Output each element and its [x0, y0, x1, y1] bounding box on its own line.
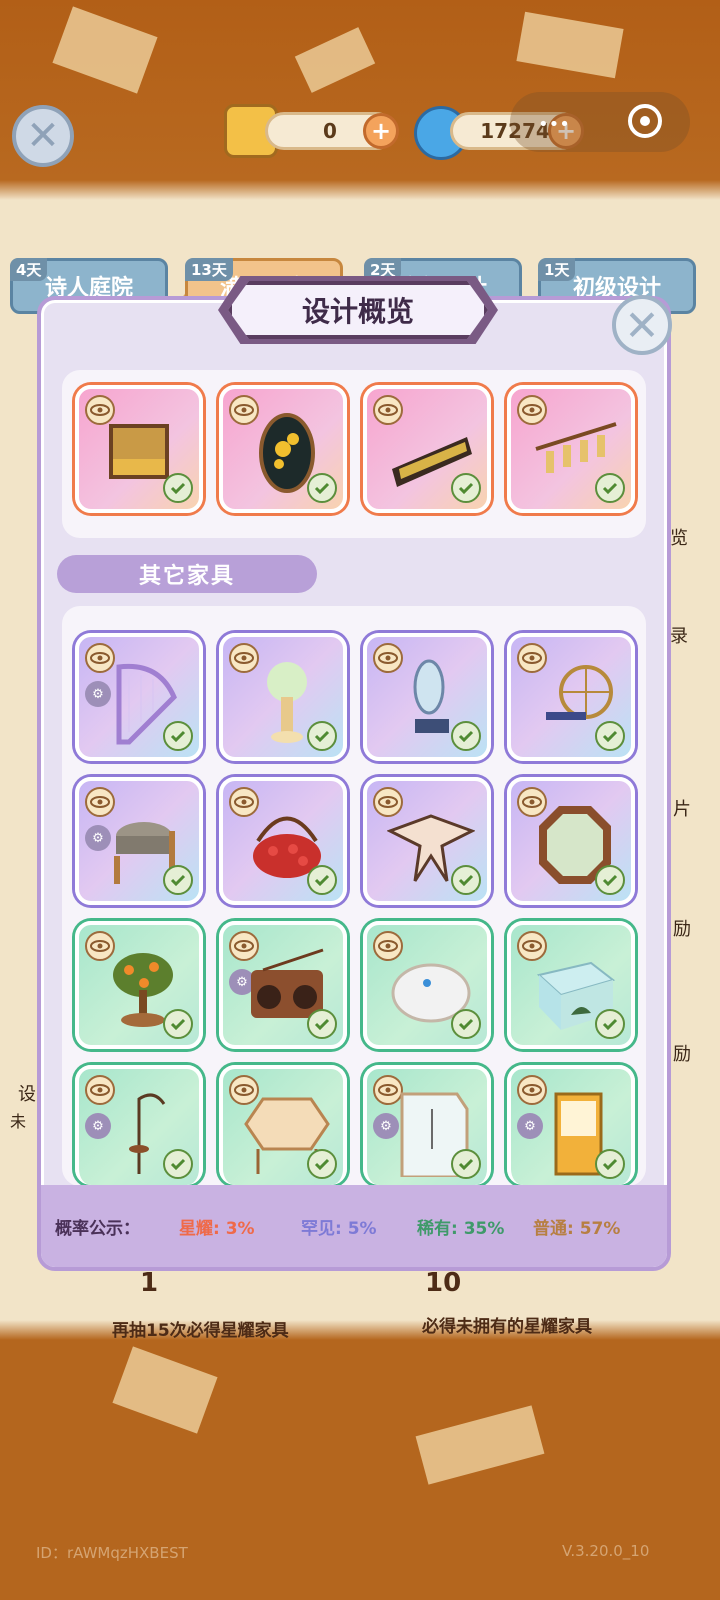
panel-title: 设计概览 [228, 281, 488, 339]
tab-days-badge: 4天 [10, 258, 48, 281]
version-label: V.3.20.0_10 [562, 1542, 650, 1560]
owned-check-icon [595, 721, 625, 751]
tab-days-badge: 13天 [185, 258, 233, 281]
owned-check-icon [307, 1009, 337, 1039]
side-label: 片 [673, 799, 691, 820]
furniture-card[interactable] [219, 1065, 347, 1185]
probability-label: 概率公示： [55, 1218, 140, 1239]
owned-check-icon [307, 473, 337, 503]
owned-check-icon [451, 1009, 481, 1039]
tab-days-badge: 1天 [538, 258, 576, 281]
mini-program-capsule: ••• [510, 92, 690, 152]
furniture-card[interactable]: ⚙ [363, 1065, 491, 1185]
owned-check-icon [163, 473, 193, 503]
owned-check-icon [595, 865, 625, 895]
furniture-card[interactable] [75, 921, 203, 1049]
owned-check-icon [307, 721, 337, 751]
prob-uncommon: 罕见: 5% [301, 1218, 377, 1239]
furniture-card[interactable] [75, 385, 203, 513]
coin-value: 0 [323, 119, 337, 143]
furniture-card[interactable]: ⚙ [75, 777, 203, 905]
close-main-button[interactable]: ✕ [12, 105, 74, 167]
player-id: ID：rAWMqzHXBEST [36, 1544, 188, 1562]
owned-check-icon [307, 865, 337, 895]
close-panel-button[interactable]: ✕ [612, 295, 672, 355]
side-label: 励 [673, 1044, 691, 1065]
prob-common: 普通: 57% [533, 1218, 621, 1239]
furniture-card[interactable] [363, 633, 491, 761]
side-label: 励 [673, 919, 691, 940]
draw-once-count: 1 [140, 1268, 159, 1298]
owned-check-icon [595, 1009, 625, 1039]
furniture-card[interactable] [219, 385, 347, 513]
owned-check-icon [451, 721, 481, 751]
draw-ten-caption: 必得未拥有的星耀家具 [422, 1317, 592, 1337]
more-dots-icon[interactable]: ••• [538, 114, 570, 135]
furniture-card[interactable]: ⚙ [507, 1065, 635, 1185]
owned-check-icon [595, 473, 625, 503]
owned-check-icon [451, 1149, 481, 1179]
close-target-icon[interactable] [628, 104, 662, 138]
furniture-card[interactable]: ⚙ [219, 921, 347, 1049]
draw-ten-count: 10 [425, 1268, 462, 1298]
side-label: 未 [10, 1112, 27, 1131]
side-label: 览 [670, 528, 688, 549]
section-other-furniture: 其它家具 [57, 555, 317, 593]
furniture-card[interactable]: ⚙ [75, 633, 203, 761]
furniture-card[interactable] [363, 777, 491, 905]
owned-check-icon [451, 473, 481, 503]
side-label: 设 [18, 1084, 36, 1105]
owned-check-icon [163, 721, 193, 751]
furniture-card[interactable] [507, 633, 635, 761]
furniture-card[interactable] [363, 385, 491, 513]
furniture-card[interactable] [507, 921, 635, 1049]
owned-check-icon [595, 1149, 625, 1179]
prob-rare: 稀有: 35% [417, 1218, 505, 1239]
owned-check-icon [307, 1149, 337, 1179]
prob-legendary: 星耀: 3% [179, 1218, 255, 1239]
owned-check-icon [163, 1149, 193, 1179]
furniture-card[interactable] [219, 633, 347, 761]
owned-check-icon [163, 1009, 193, 1039]
owned-check-icon [451, 865, 481, 895]
probability-bar: 概率公示： 星耀: 3% 罕见: 5% 稀有: 35% 普通: 57% [41, 1185, 667, 1267]
side-label: 录 [670, 626, 688, 647]
add-coins-button[interactable]: + [363, 113, 399, 149]
furniture-card[interactable] [507, 777, 635, 905]
furniture-card[interactable] [219, 777, 347, 905]
furniture-card[interactable]: ⚙ [75, 1065, 203, 1185]
owned-check-icon [163, 865, 193, 895]
draw-once-caption: 再抽15次必得星耀家具 [112, 1321, 289, 1341]
furniture-card[interactable] [507, 385, 635, 513]
furniture-card[interactable] [363, 921, 491, 1049]
